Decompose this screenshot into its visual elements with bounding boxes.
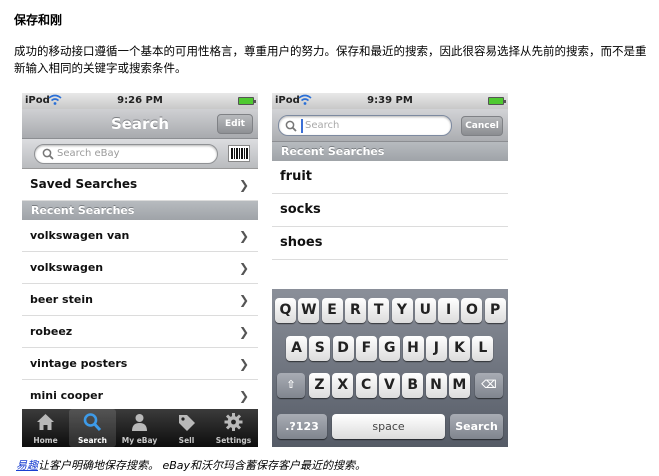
edit-button[interactable]: Edit xyxy=(217,114,253,134)
key-n[interactable]: N xyxy=(425,373,447,398)
key-s[interactable]: S xyxy=(309,336,331,361)
ebay-search-screenshot: iPod 9:26 PM Search Edit Search eBay Sav… xyxy=(22,93,258,447)
page-title: 保存和刚 xyxy=(14,13,63,27)
caption: 易趣让客户明确地保存搜索。 eBay和沃尔玛含蓄保存客户最近的搜索。 xyxy=(16,457,366,473)
battery-icon xyxy=(238,97,256,105)
search-icon xyxy=(83,413,102,432)
search-icon xyxy=(42,148,54,160)
search-placeholder: Search eBay xyxy=(57,148,120,159)
chevron-right-icon: ❯ xyxy=(238,389,249,403)
gear-icon xyxy=(224,413,243,431)
key-w[interactable]: W xyxy=(298,298,320,323)
chevron-right-icon: ❯ xyxy=(238,293,249,307)
intro-paragraph: 成功的移动接口遵循一个基本的可用性格言，尊重用户的努力。保存和最近的搜索，因此很… xyxy=(14,44,647,75)
list-item[interactable]: fruit xyxy=(272,161,508,194)
key-i[interactable]: I xyxy=(438,298,460,323)
chevron-right-icon: ❯ xyxy=(238,357,249,371)
key-p[interactable]: P xyxy=(484,298,506,323)
battery-icon xyxy=(488,97,506,105)
list-item[interactable]: vintage posters ❯ xyxy=(22,348,258,380)
list-item[interactable]: shoes xyxy=(272,227,508,260)
key-c[interactable]: C xyxy=(355,373,377,398)
shift-key[interactable]: ⇧ xyxy=(277,373,305,398)
list-item[interactable]: socks xyxy=(272,194,508,227)
saved-searches-row[interactable]: Saved Searches ❯ xyxy=(22,169,258,201)
key-k[interactable]: K xyxy=(449,336,471,361)
price-tag-icon xyxy=(179,415,195,431)
text-cursor xyxy=(301,119,303,133)
key-o[interactable]: O xyxy=(461,298,483,323)
status-bar: iPod 9:39 PM xyxy=(272,93,508,109)
key-t[interactable]: T xyxy=(368,298,390,323)
list-item[interactable]: beer stein ❯ xyxy=(22,284,258,316)
tab-home[interactable]: Home xyxy=(22,409,69,447)
tab-search[interactable]: Search xyxy=(69,409,116,447)
key-g[interactable]: G xyxy=(379,336,401,361)
tab-sell[interactable]: Sell xyxy=(163,409,210,447)
chevron-right-icon: ❯ xyxy=(238,261,249,275)
search-bar: Search Cancel xyxy=(272,109,508,142)
key-y[interactable]: Y xyxy=(391,298,413,323)
numbers-key[interactable]: .?123 xyxy=(277,414,327,439)
key-l[interactable]: L xyxy=(472,336,494,361)
nav-bar: Search Edit xyxy=(22,109,258,139)
key-v[interactable]: V xyxy=(378,373,400,398)
space-key[interactable]: space xyxy=(332,414,445,439)
list-item[interactable]: volkswagen ❯ xyxy=(22,252,258,284)
key-q[interactable]: Q xyxy=(275,298,296,323)
person-icon xyxy=(132,414,147,431)
clock: 9:26 PM xyxy=(117,95,163,106)
search-input[interactable]: Search xyxy=(278,115,452,136)
key-m[interactable]: M xyxy=(448,373,470,398)
search-icon xyxy=(285,120,297,132)
search-row: Search eBay xyxy=(22,139,258,169)
home-icon xyxy=(37,414,54,430)
key-x[interactable]: X xyxy=(332,373,354,398)
caption-link[interactable]: 易趣 xyxy=(16,459,38,472)
list-item[interactable]: mini cooper ❯ xyxy=(22,380,258,412)
recent-searches-header: Recent Searches xyxy=(22,201,258,220)
key-d[interactable]: D xyxy=(332,336,354,361)
key-j[interactable]: J xyxy=(425,336,447,361)
recent-searches-header: Recent Searches xyxy=(272,142,508,161)
walmart-search-screenshot: iPod 9:39 PM Search Cancel Recent Search… xyxy=(272,93,508,447)
clock: 9:39 PM xyxy=(367,95,413,106)
search-key[interactable]: Search xyxy=(450,414,503,439)
tab-settings[interactable]: Settings xyxy=(210,409,257,447)
chevron-right-icon: ❯ xyxy=(238,178,249,192)
cancel-button[interactable]: Cancel xyxy=(461,116,503,136)
caption-text: 让客户明确地保存搜索。 eBay和沃尔玛含蓄保存客户最近的搜索。 xyxy=(38,459,367,472)
barcode-scan-icon[interactable] xyxy=(228,145,250,162)
list-item[interactable]: volkswagen van ❯ xyxy=(22,220,258,252)
status-bar: iPod 9:26 PM xyxy=(22,93,258,109)
key-r[interactable]: R xyxy=(344,298,366,323)
key-a[interactable]: A xyxy=(286,336,307,361)
backspace-key[interactable]: ⌫ xyxy=(475,373,503,398)
key-u[interactable]: U xyxy=(414,298,436,323)
saved-searches-label: Saved Searches xyxy=(30,177,138,191)
on-screen-keyboard: ⇧ ⌫ Q W E R T Y U I O P A S D F G H J K L Z X C V B N M .?123 space… xyxy=(272,289,508,447)
chevron-right-icon: ❯ xyxy=(238,325,249,339)
tab-bar: Home Search My eBay Sell Settings xyxy=(22,409,258,447)
key-h[interactable]: H xyxy=(402,336,424,361)
key-z[interactable]: Z xyxy=(309,373,330,398)
key-b[interactable]: B xyxy=(402,373,424,398)
search-placeholder: Search xyxy=(305,120,340,131)
tab-my-ebay[interactable]: My eBay xyxy=(116,409,163,447)
search-input[interactable]: Search eBay xyxy=(34,144,218,164)
key-e[interactable]: E xyxy=(321,298,343,323)
chevron-right-icon: ❯ xyxy=(238,229,249,243)
key-f[interactable]: F xyxy=(355,336,377,361)
list-item[interactable]: robeez ❯ xyxy=(22,316,258,348)
